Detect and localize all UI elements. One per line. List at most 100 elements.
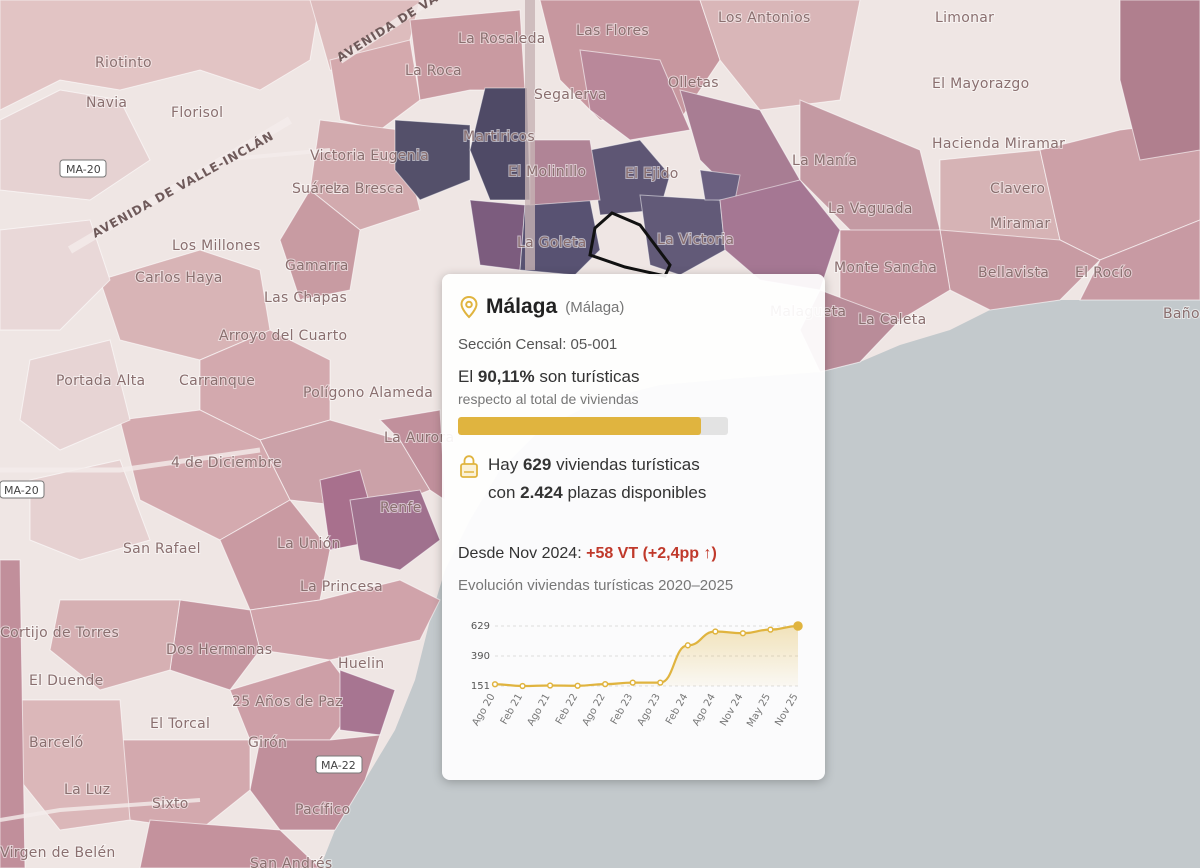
map-pin-icon <box>460 295 478 319</box>
svg-text:Florisol: Florisol <box>171 105 223 121</box>
svg-text:Olletas: Olletas <box>668 75 719 91</box>
svg-text:La Rosaleda: La Rosaleda <box>458 31 546 47</box>
svg-text:La Caleta: La Caleta <box>858 312 926 328</box>
svg-text:Navia: Navia <box>86 95 127 111</box>
data-point <box>519 682 526 690</box>
svg-text:El Duende: El Duende <box>29 673 104 689</box>
svg-text:Los Millones: Los Millones <box>172 238 261 254</box>
svg-text:San Rafael: San Rafael <box>123 541 201 557</box>
svg-text:Bellavista: Bellavista <box>978 265 1049 281</box>
svg-text:Dos Hermanas: Dos Hermanas <box>166 642 272 658</box>
evolution-chart-title: Evolución viviendas turísticas 2020–2025 <box>458 577 734 594</box>
places-line: con 2.424 plazas disponibles <box>488 483 707 502</box>
svg-text:La Vaguada: La Vaguada <box>828 201 913 217</box>
svg-text:MA-20: MA-20 <box>4 484 39 497</box>
data-point <box>657 679 664 686</box>
svg-text:4 de Diciembre: 4 de Diciembre <box>171 455 282 471</box>
x-tick-label: May 25 <box>745 692 773 729</box>
svg-text:Polígono Alameda: Polígono Alameda <box>303 385 433 401</box>
svg-text:Limonar: Limonar <box>935 10 994 26</box>
svg-text:La Roca: La Roca <box>405 63 462 79</box>
svg-text:Renfe: Renfe <box>380 500 422 516</box>
svg-text:Riotinto: Riotinto <box>95 55 152 71</box>
tourist-homes-line: Hay 629 viviendas turísticas <box>488 455 700 474</box>
x-tick-label: Nov 24 <box>718 692 745 728</box>
svg-text:Los Antonios: Los Antonios <box>718 10 811 26</box>
data-point <box>491 681 499 688</box>
data-point <box>629 679 636 686</box>
percentage-bar <box>458 417 728 435</box>
svg-text:Arroyo del Cuarto: Arroyo del Cuarto <box>219 328 347 344</box>
y-tick-label: 629 <box>471 621 490 632</box>
svg-text:El Molinillo: El Molinillo <box>508 164 586 180</box>
x-tick-label: Feb 24 <box>664 692 690 727</box>
tourist-homes-count: 629 <box>522 455 552 474</box>
x-tick-label: Nov 25 <box>773 692 800 728</box>
svg-text:Sixto: Sixto <box>152 796 189 812</box>
since-delta: +58 VT (+2,4pp ↑) <box>586 545 717 562</box>
svg-text:El Rocío: El Rocío <box>1075 265 1132 281</box>
section-info-popup: Málaga (Málaga) Sección Censal: 05-001 E… <box>442 274 825 780</box>
svg-text:La Bresca: La Bresca <box>333 181 404 197</box>
svg-text:Las Flores: Las Flores <box>576 23 649 39</box>
svg-text:Girón: Girón <box>248 735 287 751</box>
svg-text:Carranque: Carranque <box>179 373 255 389</box>
x-tick-label: Ago 22 <box>581 692 608 728</box>
x-tick-label: Ago 20 <box>470 692 497 728</box>
x-tick-label: Feb 21 <box>499 692 525 727</box>
svg-text:Clavero: Clavero <box>990 181 1045 197</box>
since-line: Desde Nov 2024: +58 VT (+2,4pp ↑) <box>458 545 717 562</box>
road-shield-ma22: MA-22 <box>315 755 363 774</box>
places-count: 2.424 <box>520 483 563 502</box>
road-shield-ma20-b: MA-20 <box>0 480 45 499</box>
svg-text:La Princesa: La Princesa <box>300 579 383 595</box>
svg-text:La Manía: La Manía <box>792 153 857 169</box>
svg-text:Hacienda Miramar: Hacienda Miramar <box>932 136 1065 152</box>
svg-text:La Victoria: La Victoria <box>657 232 734 248</box>
svg-text:Cortijo de Torres: Cortijo de Torres <box>0 625 119 641</box>
data-point <box>739 630 747 637</box>
census-section-label: Sección Censal: 05-001 <box>458 336 618 353</box>
data-point <box>602 680 609 688</box>
svg-text:La Luz: La Luz <box>64 782 110 798</box>
x-tick-label: Ago 21 <box>526 692 553 728</box>
svg-text:Pacífico: Pacífico <box>295 802 350 818</box>
city-name: Málaga <box>486 295 558 318</box>
popup-header: Málaga (Málaga) <box>458 292 809 322</box>
x-tick-label: Feb 23 <box>609 692 635 727</box>
percentage-subtitle: respecto al total de viviendas <box>458 391 639 407</box>
svg-text:El Mayorazgo: El Mayorazgo <box>932 76 1029 92</box>
province-name: (Málaga) <box>565 298 625 316</box>
homes-block: Hay 629 viviendas turísticas con 2.424 p… <box>458 451 809 507</box>
tourist-percentage-value: 90,11% <box>477 367 535 386</box>
data-point <box>712 628 719 635</box>
lock-icon <box>460 455 478 478</box>
tourist-percentage-line: El 90,11% son turísticas <box>458 367 640 386</box>
data-point <box>574 682 581 689</box>
svg-text:Carlos Haya: Carlos Haya <box>135 270 223 286</box>
percentage-bar-fill <box>458 417 702 435</box>
svg-text:La Goleta: La Goleta <box>517 235 587 251</box>
svg-text:Las Chapas: Las Chapas <box>264 290 347 306</box>
data-point <box>793 621 803 631</box>
y-tick-label: 390 <box>471 651 490 662</box>
svg-text:MA-22: MA-22 <box>321 759 356 772</box>
road-shield-ma20-a: MA-20 <box>59 159 107 178</box>
data-point <box>546 682 554 689</box>
svg-text:Huelin: Huelin <box>338 656 384 672</box>
svg-text:Barceló: Barceló <box>29 735 84 751</box>
svg-text:Baños: Baños <box>1163 306 1200 322</box>
data-point <box>767 626 774 633</box>
svg-text:Portada Alta: Portada Alta <box>56 373 145 389</box>
svg-text:Segalerva: Segalerva <box>534 87 607 103</box>
svg-text:San Andrés: San Andrés <box>250 856 332 868</box>
svg-text:Gamarra: Gamarra <box>285 258 349 274</box>
evolution-chart: 151390629Ago 20 Feb 21 Ago 21 Feb 22 Ago 22 F… <box>470 621 803 729</box>
svg-text:El Torcal: El Torcal <box>150 716 210 732</box>
svg-text:El Ejido: El Ejido <box>625 166 679 182</box>
svg-text:Miramar: Miramar <box>990 216 1050 232</box>
x-tick-label: Feb 22 <box>554 692 580 727</box>
y-tick-label: 151 <box>471 681 490 692</box>
svg-text:Victoria Eugenia: Victoria Eugenia <box>310 148 429 164</box>
svg-text:La Unión: La Unión <box>277 536 341 552</box>
